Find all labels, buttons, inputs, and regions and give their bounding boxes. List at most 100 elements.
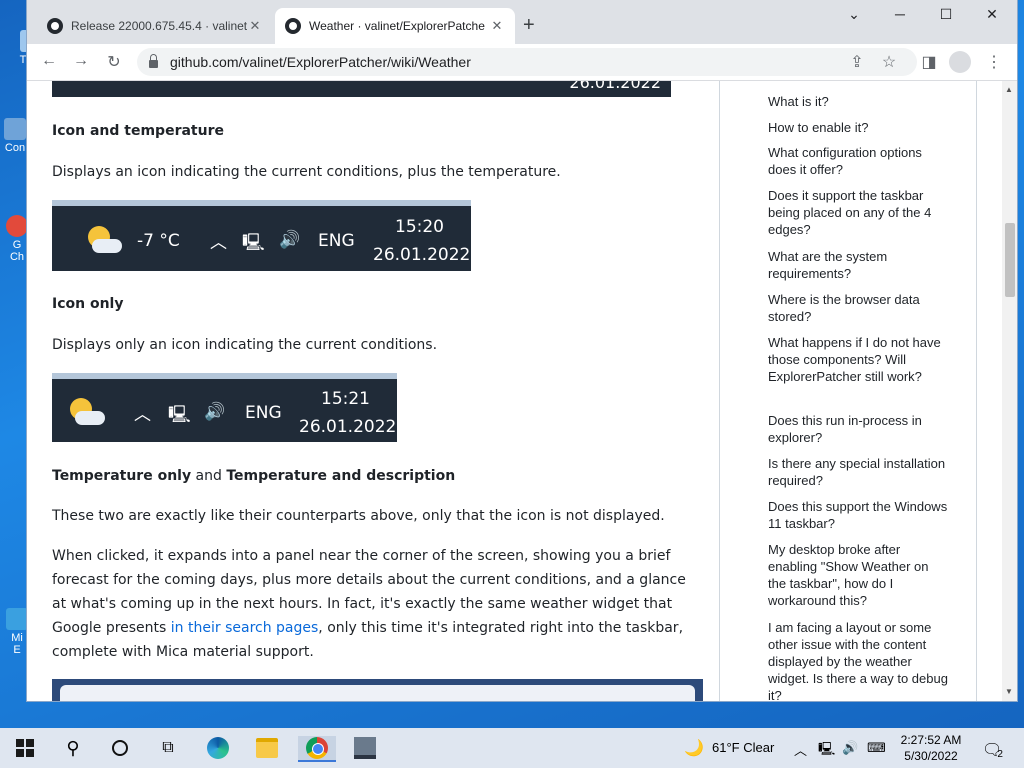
time-text: 15:20 [395,217,444,237]
desktop-icon-label: Mi E [11,632,23,656]
browser-toolbar: ← → ↻ github.com/valinet/ExplorerPatcher… [27,44,1017,81]
side-panel-icon[interactable]: ◨ [919,52,939,72]
taskbar-screenshot-icon-only: ︿ 🖳 🔊 ENG 15:21 26.01.2022 [52,373,397,442]
paragraph-when-clicked: When clicked, it expands into a panel ne… [52,544,697,664]
notification-count: 2 [997,749,1003,760]
paragraph: These two are exactly like their counter… [52,508,665,524]
paragraph: Displays an icon indicating the current … [52,164,561,180]
windows-taskbar: ⚲ ⧉ 🌙 61°F Clear ︿ 🖳 🔊 ⌨ 2:27:52 AM 5/30… [0,728,1024,768]
browser-window: Release 22000.675.45.4 · valinet/E ✕ Wea… [27,0,1017,701]
toc-link[interactable]: What are the system requirements? [768,248,948,282]
toc-link[interactable]: Is there any special installation requir… [768,455,948,489]
edge-icon[interactable] [205,736,231,760]
taskbar-screenshot-icon-temperature: -7 °C ︿ 🖳 🔊 ENG 15:20 26.01.2022 [52,200,471,271]
date-text: 26.01.2022 [569,81,661,92]
wiki-toc-sidebar: What is it? How to enable it? What confi… [719,81,977,701]
search-icon[interactable]: ⚲ [60,736,86,760]
page-content: 26.01.2022 Icon and temperature Displays… [27,81,1002,701]
weather-widget-screenshot [52,679,703,701]
forward-button[interactable]: → [71,52,91,70]
toc-link[interactable]: What is it? [768,93,948,110]
tab-search-button[interactable]: ⌄ [831,6,877,23]
toc-link[interactable]: Where is the browser data stored? [768,291,948,325]
language-text: ENG [318,231,355,251]
toc-link[interactable]: What configuration options does it offer… [768,144,948,178]
bookmark-star-icon[interactable]: ☆ [879,52,899,72]
close-icon[interactable]: ✕ [489,18,505,34]
tab-strip: Release 22000.675.45.4 · valinet/E ✕ Wea… [27,0,1017,44]
heading-icon-and-temperature: Icon and temperature [52,123,224,139]
minimize-button[interactable]: ─ [877,6,923,22]
weather-moon-icon[interactable]: 🌙 [684,738,704,758]
taskbar-weather-text[interactable]: 61°F Clear [712,740,774,755]
start-button[interactable] [12,736,38,760]
toc-link[interactable]: How to enable it? [768,119,948,136]
heading-part: and [195,468,222,484]
network-icon: 🖳 [168,405,191,425]
paragraph: Displays only an icon indicating the cur… [52,337,438,353]
toc-link[interactable]: My desktop broke after enabling "Show We… [768,541,948,609]
new-tab-button[interactable]: + [523,14,535,37]
tab-release[interactable]: Release 22000.675.45.4 · valinet/E ✕ [37,8,273,44]
close-icon[interactable]: ✕ [247,18,263,34]
reload-button[interactable]: ↻ [104,52,124,72]
menu-icon[interactable]: ⋮ [984,52,1004,72]
toc-link[interactable]: What happens if I do not have those comp… [768,334,948,385]
date-text: 26.01.2022 [373,245,471,265]
network-icon: 🖳 [242,233,265,253]
volume-icon[interactable]: 🔊 [842,740,858,756]
profile-avatar[interactable] [949,51,971,73]
network-icon[interactable]: 🖳 [818,740,835,762]
window-close-button[interactable]: ✕ [969,6,1015,23]
address-bar[interactable]: github.com/valinet/ExplorerPatcher/wiki/… [137,48,917,76]
back-button[interactable]: ← [39,52,59,70]
github-icon [47,18,63,34]
heading-temperature-only: Temperature only and Temperature and des… [52,464,455,488]
explorer-patcher-icon[interactable] [350,736,380,760]
chrome-icon[interactable] [298,736,336,762]
search-pages-link[interactable]: in their search pages [171,620,319,636]
heading-icon-only: Icon only [52,296,124,312]
taskbar-clock[interactable]: 2:27:52 AM 5/30/2022 [896,732,966,764]
taskbar-screenshot-top: 26.01.2022 [52,81,671,97]
clock-date: 5/30/2022 [904,749,958,763]
volume-icon: 🔊 [279,230,301,250]
chevron-up-icon: ︿ [210,233,227,253]
tab-title: Release 22000.675.45.4 · valinet/E [71,19,247,33]
windows-logo-icon [16,739,34,757]
chevron-up-icon[interactable]: ︿ [794,740,807,759]
scroll-down-arrow-icon[interactable]: ▼ [1005,687,1013,696]
desktop-icon-label: G Ch [9,239,25,263]
task-view-icon[interactable]: ⧉ [155,736,181,760]
toc-link[interactable]: Does this run in-process in explorer? [768,412,948,446]
toc-link[interactable]: Does it support the taskbar being placed… [768,187,948,238]
toc-link[interactable]: I am facing a layout or some other issue… [768,619,948,701]
date-text: 26.01.2022 [299,417,397,437]
toc-link[interactable]: Does this support the Windows 11 taskbar… [768,498,948,532]
cortana-icon[interactable] [107,736,133,760]
tab-title: Weather · valinet/ExplorerPatche [309,19,485,33]
desktop-icon[interactable]: G Ch [6,215,28,263]
file-explorer-icon[interactable] [254,736,280,760]
weather-cloud-icon [75,411,105,425]
desktop-icon[interactable]: Mi E [6,608,28,656]
tab-weather[interactable]: Weather · valinet/ExplorerPatche ✕ [275,8,515,44]
url-text[interactable]: github.com/valinet/ExplorerPatcher/wiki/… [170,54,471,70]
desktop-icon[interactable]: Con [2,118,28,154]
language-text: ENG [245,403,282,423]
heading-part: Temperature and description [226,468,456,484]
lock-icon[interactable] [149,54,158,68]
share-icon[interactable]: ⇪ [847,52,867,72]
heading-part: Temperature only [52,468,192,484]
scroll-up-arrow-icon[interactable]: ▲ [1005,85,1013,94]
chevron-up-icon: ︿ [134,405,151,425]
notification-icon[interactable]: 🗨2 [982,740,1008,760]
weather-cloud-icon [92,239,122,253]
page-scrollbar[interactable]: ▲ ▼ [1002,81,1017,701]
scrollbar-thumb[interactable] [1005,223,1015,297]
keyboard-icon[interactable]: ⌨ [867,740,886,756]
time-text: 15:21 [321,389,370,409]
maximize-button[interactable]: ☐ [923,6,969,23]
temperature-text: -7 °C [137,231,180,251]
clock-time: 2:27:52 AM [900,733,962,747]
